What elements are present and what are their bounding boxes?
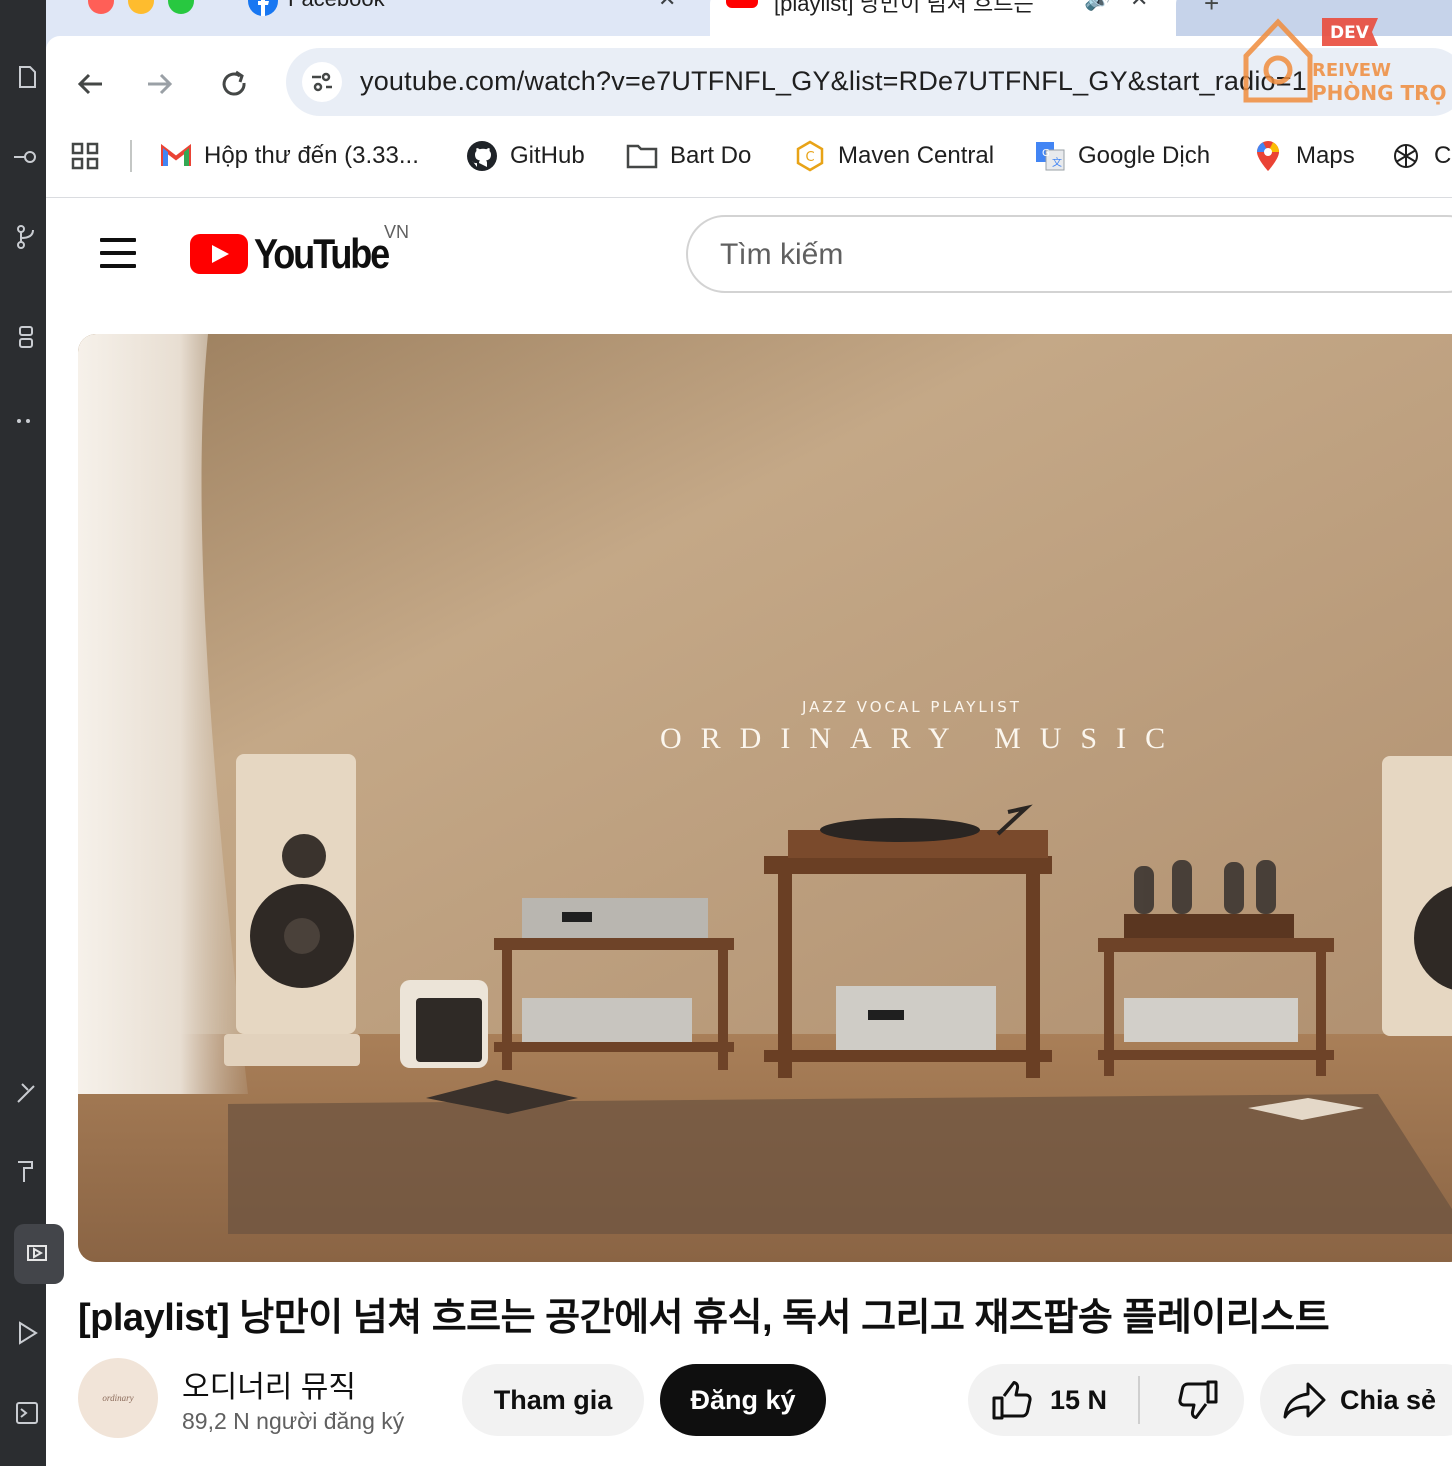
thumbnail-subtitle: JAZZ VOCAL PLAYLIST bbox=[802, 698, 1022, 716]
tab-label: [playlist] 낭만이 넘쳐 흐르는 bbox=[774, 0, 1034, 16]
bookmark-label: Bart Do bbox=[670, 142, 752, 169]
like-divider bbox=[1138, 1376, 1140, 1424]
play-icon[interactable] bbox=[14, 1320, 40, 1346]
tab-youtube-active[interactable]: [playlist] 낭만이 넘쳐 흐르는 🔊 ✕ bbox=[710, 0, 1210, 36]
youtube-wordmark: YouTube bbox=[254, 230, 390, 277]
bookmark-gmail[interactable]: Hộp thư đến (3.33... bbox=[160, 136, 419, 176]
like-count: 15 N bbox=[1050, 1384, 1108, 1415]
avatar-text: ordinary bbox=[102, 1393, 134, 1403]
google-translate-icon: G文 bbox=[1034, 140, 1066, 172]
join-button[interactable]: Tham gia bbox=[462, 1364, 644, 1436]
share-button[interactable]: Chia sẻ bbox=[1260, 1364, 1452, 1436]
file-icon[interactable] bbox=[14, 64, 40, 90]
minimize-window-button[interactable] bbox=[128, 0, 154, 14]
tab-facebook[interactable]: Facebook ✕ bbox=[236, 0, 706, 36]
youtube-header: YouTube VN bbox=[46, 198, 1452, 308]
search-box[interactable] bbox=[686, 215, 1452, 293]
video-player[interactable]: JAZZ VOCAL PLAYLIST ORDINARY MUSIC bbox=[78, 334, 1452, 1262]
branch-icon[interactable] bbox=[14, 224, 40, 250]
region-code: VN bbox=[384, 222, 410, 242]
close-tab-icon[interactable]: ✕ bbox=[658, 0, 676, 12]
apps-grid-icon bbox=[71, 142, 99, 170]
new-tab-icon[interactable]: + bbox=[1204, 0, 1219, 19]
github-icon bbox=[466, 140, 498, 172]
url-text[interactable]: youtube.com/watch?v=e7UTFNFL_GY&list=RDe… bbox=[360, 66, 1307, 97]
watermark-line1: REIVEW bbox=[1312, 60, 1391, 81]
svg-text:文: 文 bbox=[1052, 156, 1062, 169]
maven-icon: C bbox=[794, 140, 826, 172]
tab-label: Facebook bbox=[288, 0, 385, 12]
video-thumbnail-scene bbox=[78, 334, 1452, 1262]
thumbnail-title: ORDINARY MUSIC bbox=[660, 722, 1185, 755]
arrow-left-icon bbox=[77, 73, 102, 95]
gmail-icon bbox=[160, 140, 192, 172]
house-watermark-icon: DEV REIVEW PHÒNG TRỌ bbox=[1243, 18, 1447, 105]
forward-button[interactable] bbox=[140, 64, 180, 104]
thumbs-down-icon bbox=[1178, 1380, 1218, 1419]
folder-icon bbox=[626, 140, 658, 172]
bookmark-label: GitHub bbox=[510, 142, 585, 169]
bookmark-label: Maven Central bbox=[838, 142, 995, 169]
terminal-icon[interactable] bbox=[14, 1400, 40, 1426]
back-button[interactable] bbox=[70, 64, 110, 104]
hammer-icon[interactable] bbox=[14, 1158, 40, 1184]
structure-icon[interactable] bbox=[14, 324, 40, 350]
close-window-button[interactable] bbox=[88, 0, 114, 14]
thumbs-up-icon bbox=[992, 1381, 1032, 1420]
like-button[interactable]: 15 N bbox=[968, 1364, 1138, 1436]
maps-icon bbox=[1252, 140, 1284, 172]
build-icon[interactable] bbox=[14, 1080, 40, 1106]
more-icon[interactable] bbox=[14, 408, 40, 434]
facebook-icon bbox=[248, 0, 278, 16]
subscriber-count: 89,2 N người đăng ký bbox=[182, 1408, 405, 1434]
run-config-icon[interactable] bbox=[24, 1240, 50, 1266]
bookmark-label: Hộp thư đến (3.33... bbox=[204, 142, 419, 169]
bookmark-label: Google Dịch bbox=[1078, 142, 1211, 169]
bookmark-label: Maps bbox=[1296, 142, 1355, 169]
bookmark-maven-central[interactable]: C Maven Central bbox=[794, 136, 994, 176]
youtube-logo[interactable]: YouTube VN bbox=[190, 222, 410, 277]
bookmark-label: C bbox=[1434, 142, 1452, 169]
channel-avatar[interactable]: ordinary bbox=[78, 1358, 158, 1438]
apps-button[interactable] bbox=[70, 136, 100, 176]
bookmarks-bar: Hộp thư đến (3.33... GitHub Bart Do C Ma… bbox=[46, 136, 1452, 176]
commit-icon[interactable] bbox=[14, 144, 40, 170]
video-title: [playlist] 낭만이 넘쳐 흐르는 공간에서 휴식, 독서 그리고 재즈… bbox=[78, 1297, 1330, 1339]
svg-text:G: G bbox=[1042, 148, 1050, 159]
arrow-right-icon bbox=[148, 73, 173, 95]
bookmark-chatgpt[interactable]: C bbox=[1390, 136, 1451, 176]
site-settings-icon[interactable] bbox=[302, 62, 342, 102]
menu-icon[interactable] bbox=[100, 238, 136, 268]
share-icon bbox=[1283, 1382, 1326, 1419]
svg-text:C: C bbox=[805, 150, 814, 165]
dislike-button[interactable] bbox=[1158, 1364, 1238, 1436]
watermark-logo: DEV REIVEW PHÒNG TRỌ bbox=[1238, 8, 1448, 108]
youtube-play-icon bbox=[190, 234, 248, 274]
bookmark-bart-do[interactable]: Bart Do bbox=[626, 136, 751, 176]
reload-button[interactable] bbox=[214, 64, 254, 104]
ide-sidebar bbox=[0, 0, 64, 1466]
audio-icon[interactable]: 🔊 bbox=[1084, 0, 1111, 12]
bookmark-separator bbox=[130, 140, 132, 172]
like-dislike-group: 15 N bbox=[968, 1364, 1244, 1436]
bookmark-github[interactable]: GitHub bbox=[466, 136, 585, 176]
youtube-favicon-icon bbox=[726, 0, 758, 8]
bookmark-google-dich[interactable]: G文 Google Dịch bbox=[1034, 136, 1210, 176]
watermark-line2: PHÒNG TRỌ bbox=[1312, 81, 1447, 105]
share-label: Chia sẻ bbox=[1340, 1384, 1437, 1415]
watermark-badge: DEV bbox=[1330, 23, 1370, 43]
subscribe-button[interactable]: Đăng ký bbox=[660, 1364, 826, 1436]
search-input[interactable] bbox=[720, 235, 1420, 275]
close-tab-icon[interactable]: ✕ bbox=[1130, 0, 1148, 12]
maximize-window-button[interactable] bbox=[168, 0, 194, 14]
reload-icon bbox=[222, 70, 246, 96]
bookmark-maps[interactable]: Maps bbox=[1252, 136, 1355, 176]
chatgpt-icon bbox=[1390, 140, 1422, 172]
channel-name[interactable]: 오디너리 뮤직 bbox=[182, 1362, 356, 1406]
